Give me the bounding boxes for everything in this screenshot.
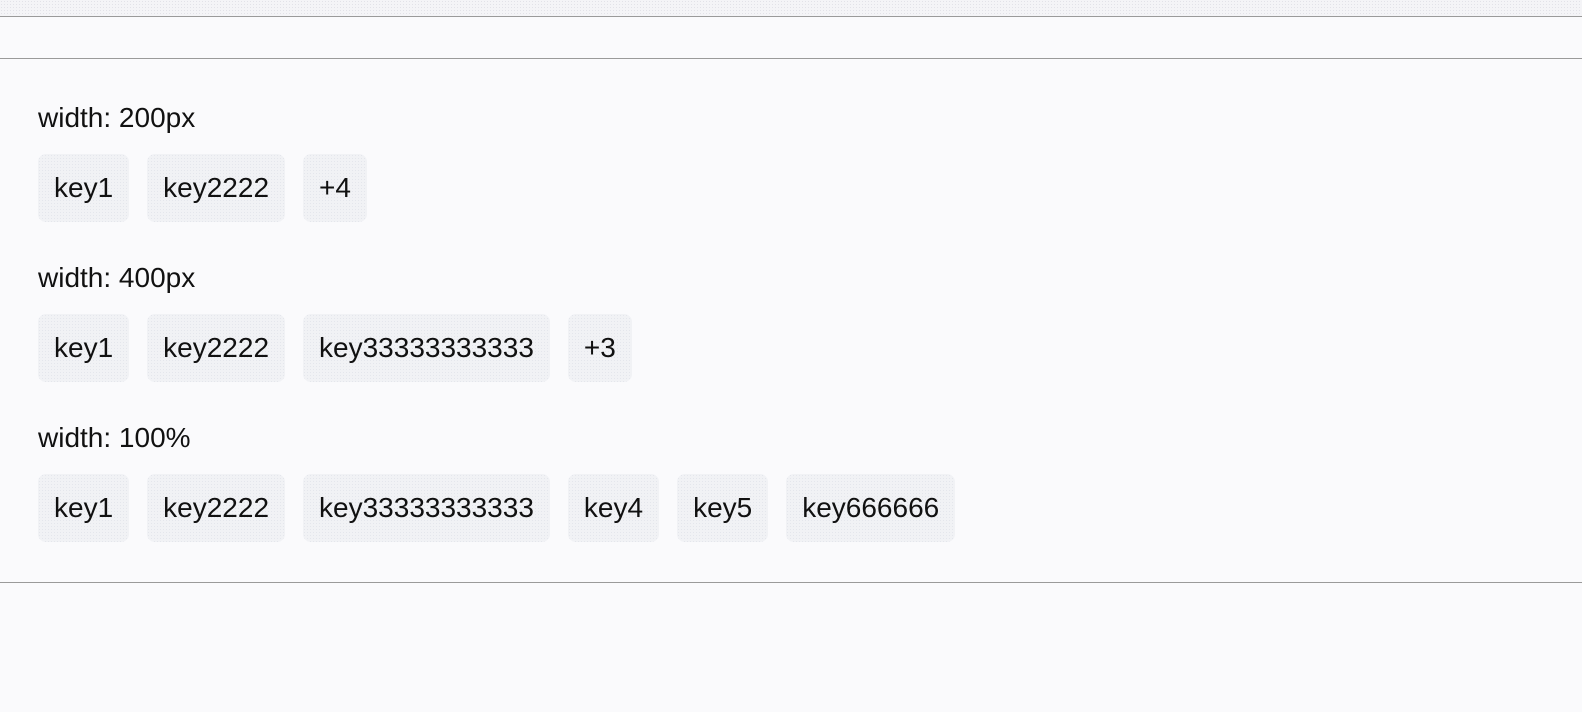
tag-list: key1 key2222 key33333333333 +3: [38, 314, 1558, 382]
demo-panel: width: 200px key1 key2222 +4 width: 400p…: [38, 96, 1558, 576]
divider-demo-start: [0, 58, 1582, 59]
tag-key33333333333[interactable]: key33333333333: [303, 314, 550, 382]
section-label: width: 400px: [38, 262, 196, 293]
divider-demo-end: [0, 582, 1582, 583]
demo-section-100-percent: width: 100% key1 key2222 key33333333333 …: [38, 416, 1558, 576]
page: width: 200px key1 key2222 +4 width: 400p…: [0, 0, 1582, 712]
tag-key4[interactable]: key4: [567, 474, 660, 542]
demo-section-400px: width: 400px key1 key2222 key33333333333…: [38, 256, 1558, 416]
top-toolbar-band: [0, 0, 1582, 16]
demo-section-200px: width: 200px key1 key2222 +4: [38, 96, 1558, 256]
tag-overflow-count[interactable]: +4: [303, 154, 367, 222]
tag-key1[interactable]: key1: [38, 154, 130, 222]
section-label: width: 100%: [38, 422, 191, 453]
tag-list: key1 key2222 +4: [38, 154, 1558, 222]
tag-key2222[interactable]: key2222: [147, 314, 286, 382]
tag-overflow-count[interactable]: +3: [567, 314, 632, 382]
tag-list: key1 key2222 key33333333333 key4 key5 ke…: [38, 474, 1558, 542]
tag-key5[interactable]: key5: [677, 474, 769, 542]
tag-key1[interactable]: key1: [38, 314, 130, 382]
tag-key2222[interactable]: key2222: [147, 474, 286, 542]
tag-key666666[interactable]: key666666: [786, 474, 956, 542]
tag-key2222[interactable]: key2222: [147, 154, 286, 222]
tag-key1[interactable]: key1: [38, 474, 130, 542]
tag-key33333333333[interactable]: key33333333333: [303, 474, 550, 542]
section-label: width: 200px: [38, 102, 196, 133]
divider-top: [0, 16, 1582, 17]
